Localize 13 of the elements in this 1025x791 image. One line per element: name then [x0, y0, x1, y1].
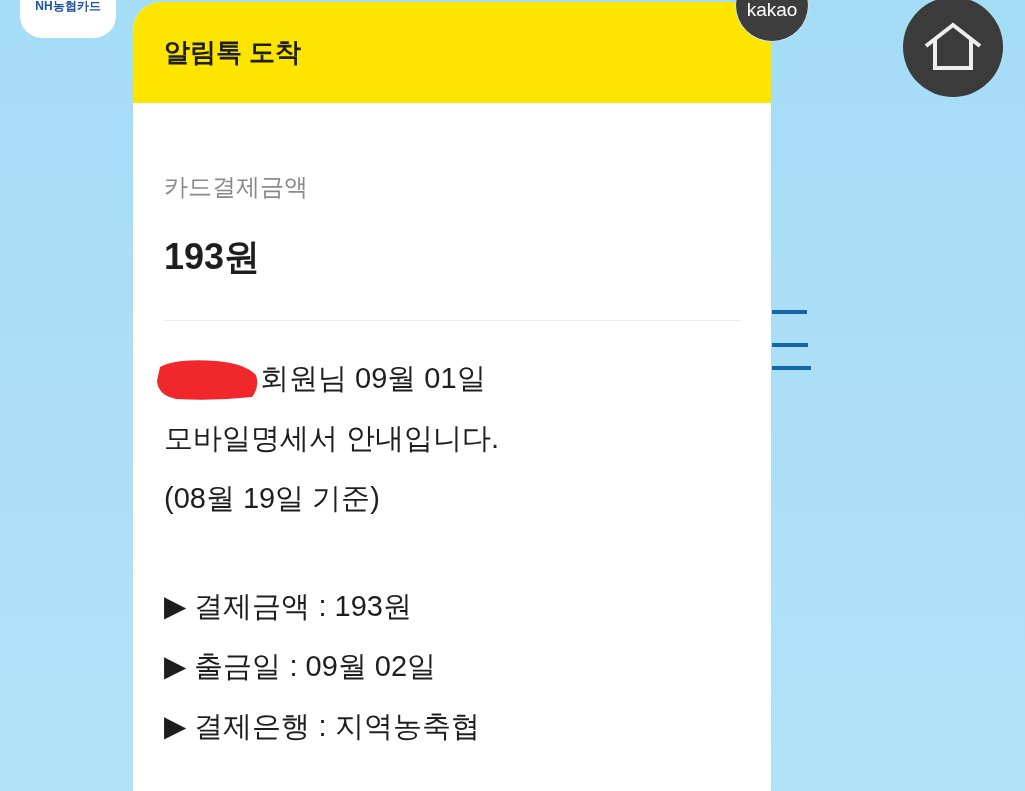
detail-line: ▶ 결제금액 : 193원: [164, 589, 412, 624]
message-text: (08월 19일 기준): [164, 481, 380, 516]
home-icon: [923, 22, 983, 72]
header-title: 알림톡 도착: [164, 36, 302, 69]
message-text: 회원님 09월 01일: [260, 361, 486, 396]
detail-line: ▶ 출금일 : 09월 02일: [164, 649, 437, 684]
badge-text: kakao: [746, 0, 798, 19]
amount-value: 193원: [164, 235, 261, 279]
amount-label: 카드결제금액: [164, 172, 308, 202]
menu-icon[interactable]: [772, 309, 812, 373]
brand-logo: NH농협카드: [35, 0, 101, 12]
detail-line: ▶ 결제은행 : 지역농축협: [164, 709, 480, 744]
message-text: 모바일명세서 안내입니다.: [164, 421, 500, 456]
